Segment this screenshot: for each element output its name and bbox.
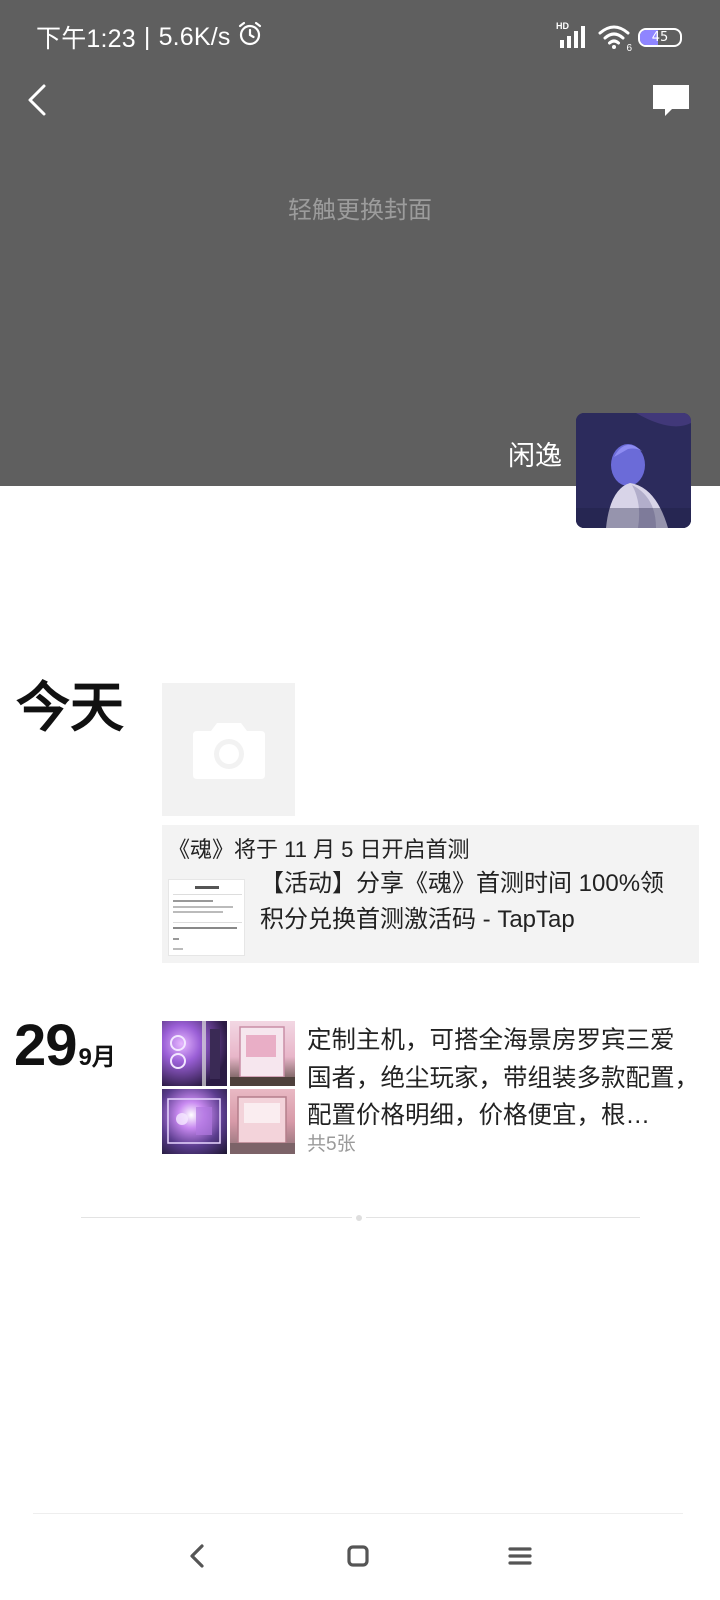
post-text-line: 配置价格明细，价格便宜，根… <box>307 1102 650 1129</box>
network-speed: 5.6K/s <box>158 22 231 51</box>
status-separator: | <box>143 22 151 51</box>
username[interactable]: 闲逸 <box>490 434 562 473</box>
photo-thumbnail[interactable] <box>230 1089 295 1154</box>
post-camera-button[interactable] <box>162 683 295 816</box>
comment-button[interactable] <box>650 82 692 120</box>
status-time: 下午1:23 <box>36 25 136 53</box>
shared-link-card[interactable]: 《魂》将于 11 月 5 日开启首测 【活动】分享《魂》首测时间 100%领 积… <box>162 825 699 963</box>
status-bar-left: 下午1:23 | 5.6K/s <box>36 20 263 54</box>
chevron-left-icon <box>28 84 46 116</box>
photo-grid[interactable] <box>162 1021 295 1154</box>
post-text-line: 定制主机，可搭全海景房罗宾三爱 <box>307 1027 675 1054</box>
nav-back-icon <box>190 1544 204 1568</box>
end-divider-dot <box>356 1215 362 1221</box>
signal-icon: HD <box>556 21 590 50</box>
nav-menu-icon <box>508 1547 532 1565</box>
photo-thumbnail[interactable] <box>162 1021 227 1086</box>
photo-thumbnail[interactable] <box>162 1089 227 1154</box>
nav-back-button[interactable] <box>180 1538 216 1574</box>
date-label-today: 今天 <box>16 678 124 738</box>
nav-home-icon <box>347 1545 369 1567</box>
date-label-29: 29 9月 <box>14 1016 116 1076</box>
change-cover-hint[interactable]: 轻触更换封面 <box>0 190 720 225</box>
post-text[interactable]: 定制主机，可搭全海景房罗宾三爱 国者，绝尘玩家，带组装多款配置， 配置价格明细，… <box>307 1022 699 1135</box>
battery-level: 45 <box>651 29 669 45</box>
nav-separator <box>33 1513 683 1514</box>
camera-icon <box>192 722 265 779</box>
post-text-line: 国者，绝尘玩家，带组装多款配置， <box>307 1064 699 1092</box>
end-divider-left <box>81 1217 352 1218</box>
comment-icon <box>653 85 689 116</box>
avatar[interactable] <box>576 413 691 528</box>
battery-icon: 45 <box>638 27 682 47</box>
link-title: 【活动】分享《魂》首测时间 100%领 积分兑换首测激活码 - TapTap <box>260 866 664 938</box>
nav-home-button[interactable] <box>340 1538 376 1574</box>
status-bar-right: HD 6 45 <box>556 21 682 54</box>
wifi-standard: 6 <box>626 43 632 54</box>
date-month: 9月 <box>78 1044 116 1071</box>
alarm-icon <box>237 21 263 54</box>
link-thumbnail <box>168 879 245 956</box>
nav-menu-button[interactable] <box>502 1538 538 1574</box>
wifi-icon: 6 <box>598 24 632 54</box>
link-title-line: 积分兑换首测激活码 - TapTap <box>260 906 575 933</box>
back-button[interactable] <box>20 78 56 122</box>
end-divider-right <box>366 1217 640 1218</box>
share-caption: 《魂》将于 11 月 5 日开启首测 <box>168 837 470 862</box>
date-day: 29 <box>14 1013 78 1078</box>
photo-thumbnail[interactable] <box>230 1021 295 1086</box>
photo-count: 共5张 <box>307 1134 356 1155</box>
link-title-line: 【活动】分享《魂》首测时间 100%领 <box>260 870 665 897</box>
